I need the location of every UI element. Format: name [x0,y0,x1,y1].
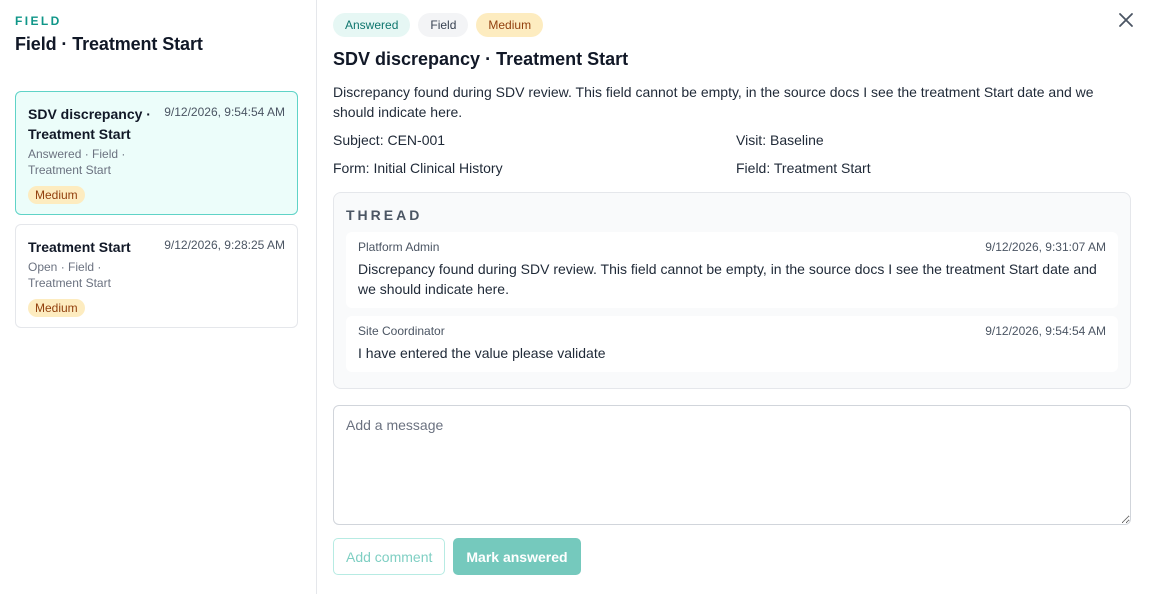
type-chip: Field [418,13,469,37]
message-author: Site Coordinator [358,324,445,338]
close-button[interactable] [1116,10,1136,30]
message-header: Site Coordinator 9/12/2026, 9:54:54 AM [358,324,1106,338]
query-list: SDV discrepancy · Treatment Start 9/12/2… [15,91,301,328]
query-card-title: Treatment Start [28,239,131,255]
message-time: 9/12/2026, 9:54:54 AM [985,324,1106,338]
query-card[interactable]: Treatment Start 9/12/2026, 9:28:25 AM Op… [15,224,298,328]
query-card-meta: Answered · Field · Treatment Start [28,147,126,177]
message-body: Discrepancy found during SDV review. Thi… [358,261,1097,297]
message-author: Platform Admin [358,240,440,254]
message-body: I have entered the value please validate [358,345,606,361]
query-card-meta: Open · Field · Treatment Start [28,260,111,290]
message-time: 9/12/2026, 9:31:07 AM [985,240,1106,254]
add-comment-button[interactable]: Add comment [333,538,446,575]
query-card-time: 9/12/2026, 9:28:25 AM [164,238,285,252]
query-card-header: Treatment Start 9/12/2026, 9:28:25 AM [28,237,285,257]
query-card-header: SDV discrepancy · Treatment Start 9/12/2… [28,104,285,144]
query-facts: Subject: CEN-001 Visit: Baseline Form: I… [333,130,1133,178]
query-card-selected[interactable]: SDV discrepancy · Treatment Start 9/12/2… [15,91,298,215]
sidebar-title: Field · Treatment Start [15,34,203,54]
status-chip: Answered [333,13,411,37]
query-chips: Answered Field Medium [333,13,1133,37]
query-detail: Answered Field Medium SDV discrepancy · … [317,0,1150,594]
thread-panel: THREAD Platform Admin 9/12/2026, 9:31:07… [333,192,1131,389]
priority-badge: Medium [28,186,85,204]
visit-fact: Visit: Baseline [736,132,824,148]
thread-message: Platform Admin 9/12/2026, 9:31:07 AM Dis… [346,232,1118,308]
query-modal: FIELD Field · Treatment Start SDV discre… [0,0,1150,594]
message-input[interactable] [333,405,1131,525]
query-card-time: 9/12/2026, 9:54:54 AM [164,105,285,119]
query-card-title: SDV discrepancy · Treatment Start [28,106,151,142]
priority-chip: Medium [476,13,544,37]
sidebar-kicker: FIELD [15,14,62,28]
mark-answered-button[interactable]: Mark answered [453,538,581,575]
form-fact: Form: Initial Clinical History [333,160,503,176]
query-description: Discrepancy found during SDV review. Thi… [333,84,1094,120]
query-sidebar: FIELD Field · Treatment Start SDV discre… [0,0,317,594]
query-title: SDV discrepancy · Treatment Start [333,49,629,69]
subject-fact: Subject: CEN-001 [333,132,446,148]
thread-message: Site Coordinator 9/12/2026, 9:54:54 AM I… [346,316,1118,372]
close-icon [1119,13,1133,27]
message-header: Platform Admin 9/12/2026, 9:31:07 AM [358,240,1106,254]
field-fact: Field: Treatment Start [736,160,871,176]
priority-badge: Medium [28,299,85,317]
thread-title: THREAD [346,207,423,223]
action-bar: Add comment Mark answered [333,538,1133,575]
